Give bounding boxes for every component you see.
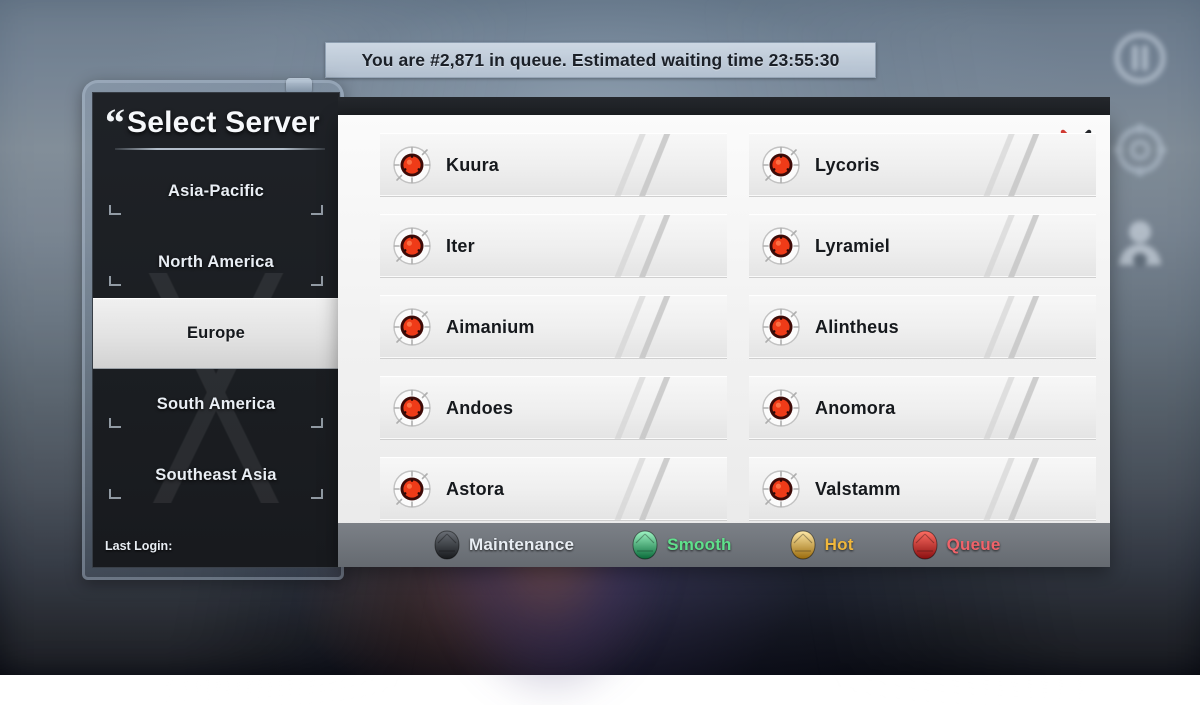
status-legend-bar: Maintenance Smooth Hot Queue	[338, 523, 1110, 567]
server-name: Anomora	[815, 398, 895, 419]
sidebar-item-label: South America	[157, 395, 275, 414]
queue-status-text: You are #2,871 in queue. Estimated waiti…	[362, 50, 840, 71]
server-row[interactable]: Lycoris	[749, 133, 1096, 197]
corner-bracket-right-icon	[311, 418, 323, 428]
server-status-gem-icon	[761, 145, 801, 185]
page-title: Select Server	[127, 107, 320, 139]
server-row[interactable]: Aimanium	[380, 295, 727, 359]
sidebar-item-north-america[interactable]: North America	[93, 227, 339, 298]
server-status-gem-icon	[392, 469, 432, 509]
sidebar-header: “ Select Server	[93, 93, 339, 140]
corner-bracket-left-icon	[109, 276, 121, 286]
server-name: Astora	[446, 479, 504, 500]
sidebar-item-label: Southeast Asia	[155, 466, 276, 485]
server-status-gem-icon	[392, 226, 432, 266]
server-status-gem-icon	[761, 226, 801, 266]
server-name: Andoes	[446, 398, 513, 419]
panel-header-bar	[338, 97, 1110, 115]
corner-bracket-right-icon	[311, 205, 323, 215]
legend-label: Maintenance	[469, 535, 574, 555]
server-name: Lyramiel	[815, 236, 890, 257]
server-row[interactable]: Iter	[380, 214, 727, 278]
corner-bracket-right-icon	[311, 276, 323, 286]
corner-bracket-left-icon	[109, 489, 121, 499]
region-sidebar: “ Select Server Asia-Pacific North Americ…	[92, 92, 340, 568]
server-status-gem-icon	[761, 388, 801, 428]
legend-gem-icon	[632, 530, 658, 560]
server-name: Aimanium	[446, 317, 535, 338]
region-list: Asia-Pacific North America Europe South Ame…	[93, 156, 339, 511]
legend-gem-icon	[912, 530, 938, 560]
account-icon[interactable]	[1098, 196, 1182, 288]
server-status-gem-icon	[392, 145, 432, 185]
legend-gem-icon	[790, 530, 816, 560]
title-divider	[115, 148, 325, 150]
server-name: Valstamm	[815, 479, 901, 500]
server-row[interactable]: Valstamm	[749, 457, 1096, 521]
server-row[interactable]: Anomora	[749, 376, 1096, 440]
server-row[interactable]: Alintheus	[749, 295, 1096, 359]
sidebar-item-europe[interactable]: Europe	[93, 298, 339, 369]
last-login-label: Last Login:	[105, 539, 172, 553]
server-status-gem-icon	[392, 307, 432, 347]
server-name: Kuura	[446, 155, 499, 176]
legend-label: Smooth	[667, 535, 731, 555]
server-status-gem-icon	[761, 469, 801, 509]
gear-icon[interactable]	[1098, 104, 1182, 196]
corner-bracket-right-icon	[311, 489, 323, 499]
server-row[interactable]: Astora	[380, 457, 727, 521]
power-icon[interactable]	[1098, 12, 1182, 104]
sidebar-item-south-america[interactable]: South America	[93, 369, 339, 440]
server-name: Iter	[446, 236, 475, 257]
sidebar-item-label: Europe	[187, 324, 245, 343]
panel-body: Kuura Lycoris Iter Lyramiel Aimanium Alintheu…	[338, 115, 1110, 567]
server-row[interactable]: Lyramiel	[749, 214, 1096, 278]
server-row[interactable]: Andoes	[380, 376, 727, 440]
server-panel: Kuura Lycoris Iter Lyramiel Aimanium Alintheu…	[338, 97, 1110, 567]
legend-item-smooth: Smooth	[632, 530, 731, 560]
server-grid: Kuura Lycoris Iter Lyramiel Aimanium Alintheu…	[380, 133, 1096, 521]
server-row[interactable]: Kuura	[380, 133, 727, 197]
server-status-gem-icon	[392, 388, 432, 428]
legend-label: Queue	[947, 535, 1001, 555]
sidebar-item-label: North America	[158, 253, 274, 272]
queue-status-banner: You are #2,871 in queue. Estimated waiti…	[325, 42, 876, 78]
server-status-gem-icon	[761, 307, 801, 347]
server-name: Lycoris	[815, 155, 880, 176]
corner-bracket-left-icon	[109, 418, 121, 428]
legend-label: Hot	[825, 535, 854, 555]
quote-mark-icon: “	[105, 107, 125, 140]
right-icon-rail	[1098, 12, 1182, 288]
server-name: Alintheus	[815, 317, 899, 338]
legend-gem-icon	[434, 530, 460, 560]
legend-item-maintenance: Maintenance	[434, 530, 574, 560]
legend-item-queue: Queue	[912, 530, 1001, 560]
sidebar-item-southeast-asia[interactable]: Southeast Asia	[93, 440, 339, 511]
corner-bracket-left-icon	[109, 205, 121, 215]
sidebar-item-asia-pacific[interactable]: Asia-Pacific	[93, 156, 339, 227]
legend-item-hot: Hot	[790, 530, 854, 560]
sidebar-item-label: Asia-Pacific	[168, 182, 264, 201]
